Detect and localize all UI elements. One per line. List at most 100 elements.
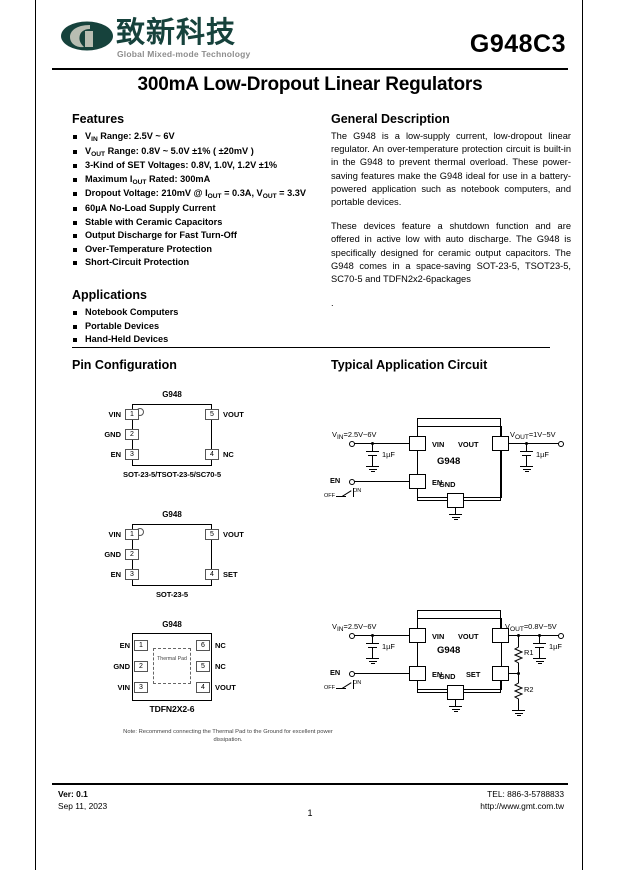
general-description-paragraph-2: These devices feature a shutdown functio…: [331, 221, 571, 285]
wire-cout-bot: [539, 648, 540, 658]
wire-gnd-right: [464, 500, 501, 501]
pin-label-vin: VIN: [108, 410, 121, 419]
pin-configuration-heading: Pin Configuration: [72, 358, 177, 372]
cout-label: 1µF: [536, 450, 549, 459]
wire-vin-top: [417, 610, 418, 628]
wire-en: [354, 673, 409, 674]
logo-english-text: Global Mixed-mode Technology: [117, 49, 251, 59]
package-body: [132, 524, 212, 586]
switch-lever-icon: [341, 490, 352, 498]
wire-set-down: [500, 681, 501, 692]
wire-en-down: [417, 489, 418, 500]
wire-cin-top: [372, 443, 373, 451]
pin-number-2: 2: [125, 429, 139, 440]
wire-gnd-left: [417, 500, 448, 501]
pin-label-vout: VOUT: [223, 410, 244, 419]
cout-label: 1µF: [549, 642, 562, 651]
pin-number-3: 3: [125, 569, 139, 580]
application-item: Notebook Computers: [72, 306, 322, 320]
pin-diagram-tdfn2x2-6: G948 Thermal Pad 1 EN 2 GND 3 VIN 6 NC 5…: [72, 620, 272, 720]
terminal-en: [349, 671, 355, 677]
pin-label-gnd: GND: [104, 550, 121, 559]
pin-diagram-sot23-5-tsot-sc70: G948 1 VIN 2 GND 3 EN 5 VOUT 4 NC SOT-23…: [72, 390, 272, 485]
pin-number-5: 5: [205, 409, 219, 420]
cin-label: 1µF: [382, 642, 395, 651]
pin-number-2: 2: [134, 661, 148, 672]
pin-number-5: 5: [196, 661, 210, 672]
document-title: 300mA Low-Dropout Linear Regulators: [137, 74, 483, 95]
pin-number-1: 1: [134, 640, 148, 651]
pin-label-vin: VIN: [432, 440, 445, 449]
left-column: Features VIN Range: 2.5V ~ 6V VOUT Range:…: [72, 112, 322, 347]
pin-label-gnd: GND: [439, 672, 456, 681]
pin-number-3: 3: [125, 449, 139, 460]
pin-label-gnd: GND: [104, 430, 121, 439]
r1-label: R1: [524, 648, 534, 657]
ic-name: G948: [437, 645, 461, 656]
package-body: [132, 404, 212, 466]
en-terminal-label: EN: [330, 476, 341, 485]
wire-gnd-right: [464, 692, 501, 693]
right-column: General Description The G948 is a low-su…: [331, 112, 571, 309]
pin-label-en: EN: [110, 570, 121, 579]
terminal-vin: [349, 441, 355, 447]
company-logo: 致新科技 Global Mixed-mode Technology: [60, 15, 310, 66]
feature-item: Short-Circuit Protection: [72, 256, 322, 270]
pin-number-1: 1: [125, 529, 139, 540]
pad-vin: [409, 628, 426, 643]
feature-item: Stable with Ceramic Capacitors: [72, 216, 322, 230]
pin-label-vin: VIN: [117, 683, 130, 692]
pad-vout: [492, 436, 509, 451]
thermal-pad-label: Thermal Pad: [157, 656, 187, 662]
pin-label-gnd: GND: [113, 662, 130, 671]
wire-cin-top: [372, 635, 373, 643]
pad-gnd: [447, 685, 464, 700]
wire-vout-top: [500, 418, 501, 436]
wire-vout-top: [500, 610, 501, 628]
feature-item: 3-Kind of SET Voltages: 0.8V, 1.0V, 1.2V…: [72, 159, 322, 173]
application-circuit-heading: Typical Application Circuit: [331, 358, 488, 372]
switch-off-label: OFF: [324, 493, 335, 499]
pin-number-4: 4: [196, 682, 210, 693]
logo-chinese-text: 致新科技: [116, 15, 237, 49]
vout-voltage-label: VOUT=1V~5V: [510, 430, 556, 441]
feature-item: 60µA No-Load Supply Current: [72, 202, 322, 216]
pad-set: [492, 666, 509, 681]
header-divider: [52, 68, 568, 70]
chip-label: G948: [162, 510, 182, 519]
en-terminal-label: EN: [330, 668, 341, 677]
wire-cout-top: [526, 443, 527, 451]
pin-number-4: 4: [205, 449, 219, 460]
package-name: SOT-23-5: [155, 590, 189, 599]
wire-vin-input: [354, 443, 409, 444]
feature-item: Over-Temperature Protection: [72, 243, 322, 257]
feature-item: VOUT Range: 0.8V ~ 5.0V ±1% ( ±20mV ): [72, 145, 322, 160]
pin-diagram-sot23-5: G948 1 VIN 2 GND 3 EN 5 VOUT 4 SET SOT-2…: [72, 510, 272, 605]
chip-label: G948: [162, 390, 182, 399]
terminal-en: [349, 479, 355, 485]
wire-cin-bot: [372, 648, 373, 658]
pad-vin: [409, 436, 426, 451]
pin-label-set: SET: [223, 570, 238, 579]
vin-voltage-label: VIN=2.5V~6V: [332, 622, 377, 633]
package-name: SOT-23-5/TSOT-23-5/SC70-5: [123, 470, 221, 479]
application-circuit-2: G948 VIN VOUT EN SET GND VIN=2.5V~6V 1µF…: [312, 600, 570, 720]
pin-number-4: 4: [205, 569, 219, 580]
feature-item: Output Discharge for Fast Turn-Off: [72, 229, 322, 243]
thermal-pad-note: Note: Recommend connecting the Thermal P…: [123, 729, 333, 743]
ic-name: G948: [437, 456, 461, 467]
pin-number-1: 1: [125, 409, 139, 420]
terminal-vin: [349, 633, 355, 639]
page-header: 致新科技 Global Mixed-mode Technology G948C3: [50, 14, 570, 70]
pad-en: [409, 666, 426, 681]
chip-label: G948: [162, 620, 182, 629]
general-description-heading: General Description: [331, 112, 450, 126]
wire-gnd-left: [417, 692, 448, 693]
footer-divider: [52, 783, 568, 785]
r2-label: R2: [524, 685, 534, 694]
wire-top-rail: [417, 610, 501, 611]
feature-item: Maximum IOUT Rated: 300mA: [72, 173, 322, 188]
pad-en: [409, 474, 426, 489]
pin-number-5: 5: [205, 529, 219, 540]
pin-label-nc: NC: [223, 450, 234, 459]
